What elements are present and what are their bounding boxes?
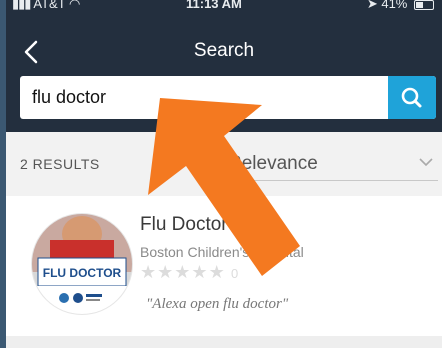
sort-selected-value: Relevance [228, 153, 318, 174]
signal-icon: ▮▮▮ [12, 0, 31, 11]
search-box [20, 76, 436, 119]
page-title: Search [193, 40, 255, 61]
search-input[interactable] [20, 76, 392, 119]
star-icon: ★ [174, 262, 192, 282]
location-icon: ➤ [366, 0, 378, 11]
chevron-down-icon [419, 158, 433, 167]
battery-percent: 41% [381, 0, 408, 11]
list-item-skill[interactable]: FLU DOCTOR Flu Doctor Boston Children's … [6, 196, 442, 336]
star-rating: ★★★★★ [140, 262, 226, 283]
rating-count: 0 [231, 266, 239, 281]
logo-text: FLU DOCTOR [43, 266, 122, 280]
skill-logo: FLU DOCTOR [31, 213, 133, 315]
results-count: 2 RESULTS [20, 156, 100, 172]
skill-publisher: Boston Children's Hospital [140, 244, 304, 260]
search-icon [401, 87, 422, 108]
results-bar: 2 RESULTS Relevance [6, 132, 442, 188]
status-right: ➤ 41% [367, 0, 434, 12]
header: Search [6, 16, 442, 132]
search-button[interactable] [388, 76, 436, 119]
next-list-item [6, 336, 442, 348]
carrier: ▮▮▮ AT&T ◠ [12, 0, 80, 12]
phone-screen: ▮▮▮ AT&T ◠ 11:13 AM ➤ 41% Search flu doc… [6, 0, 442, 348]
star-icon: ★ [191, 262, 209, 282]
star-icon: ★ [208, 262, 226, 282]
skill-utterance: "Alexa open flu doctor" [146, 296, 289, 312]
wifi-icon: ◠ [69, 0, 81, 11]
star-icon: ★ [157, 262, 175, 282]
status-time: 11:13 AM [186, 0, 242, 11]
star-icon: ★ [140, 262, 158, 282]
battery-icon [414, 0, 434, 10]
carrier-name: AT&T [33, 0, 66, 11]
sort-dropdown[interactable]: Relevance [216, 146, 438, 181]
status-bar: ▮▮▮ AT&T ◠ 11:13 AM ➤ 41% [6, 0, 442, 16]
skill-name: Flu Doctor [140, 214, 228, 235]
